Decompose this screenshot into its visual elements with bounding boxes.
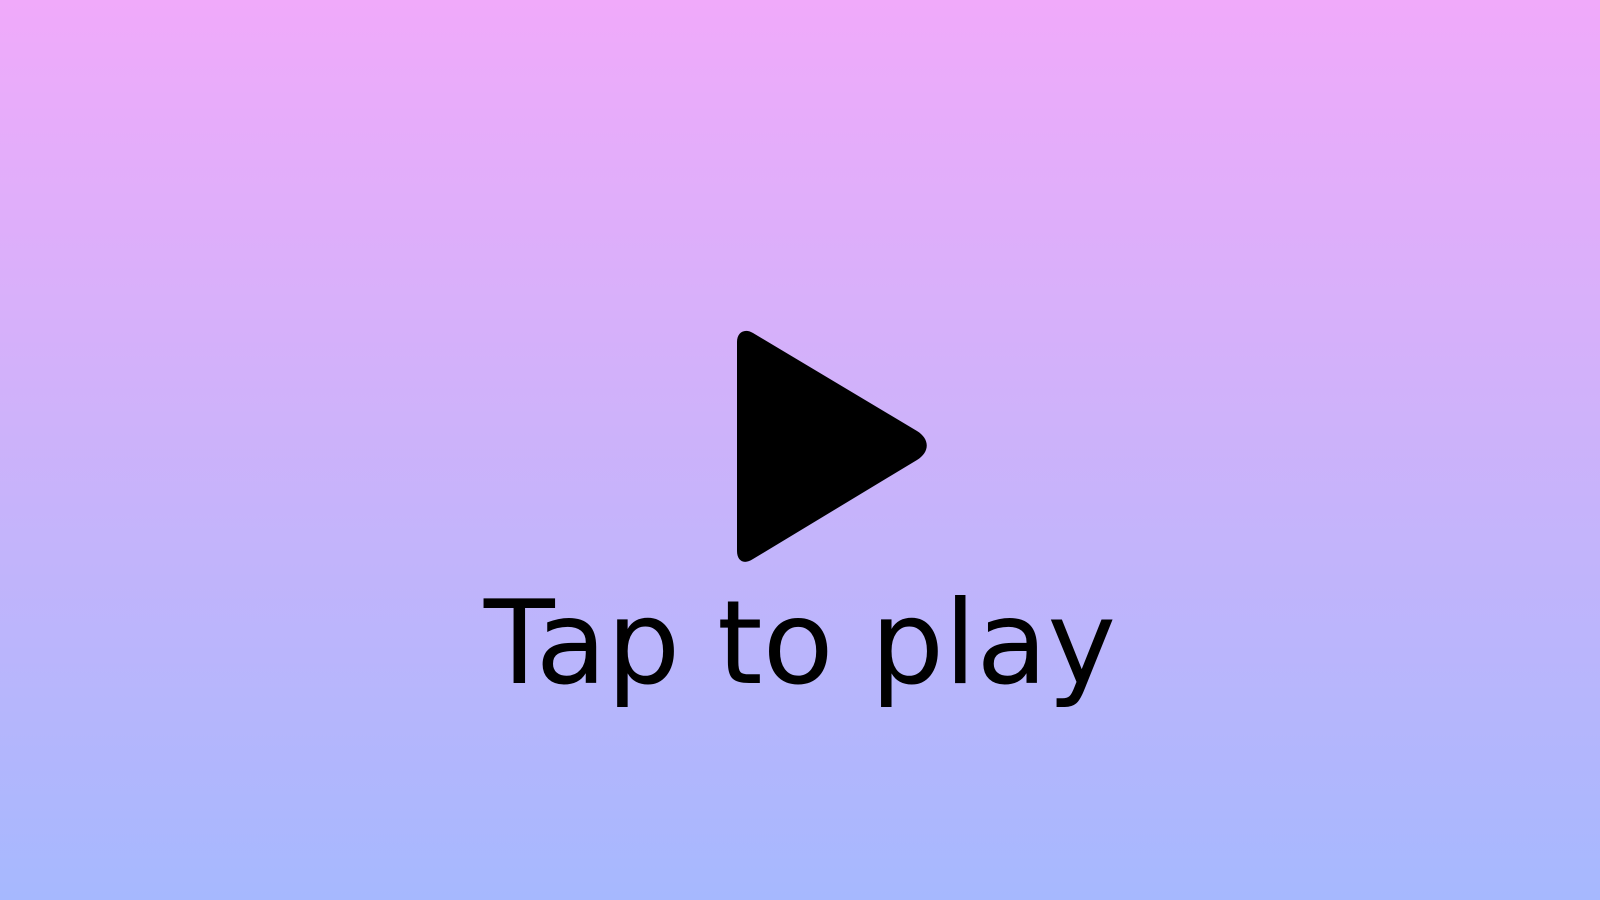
tap-to-play-button[interactable]: Tap to play [0, 0, 1600, 900]
tap-to-play-label: Tap to play [483, 576, 1117, 711]
play-screen: Tap to play [0, 0, 1600, 900]
play-icon [737, 330, 927, 562]
